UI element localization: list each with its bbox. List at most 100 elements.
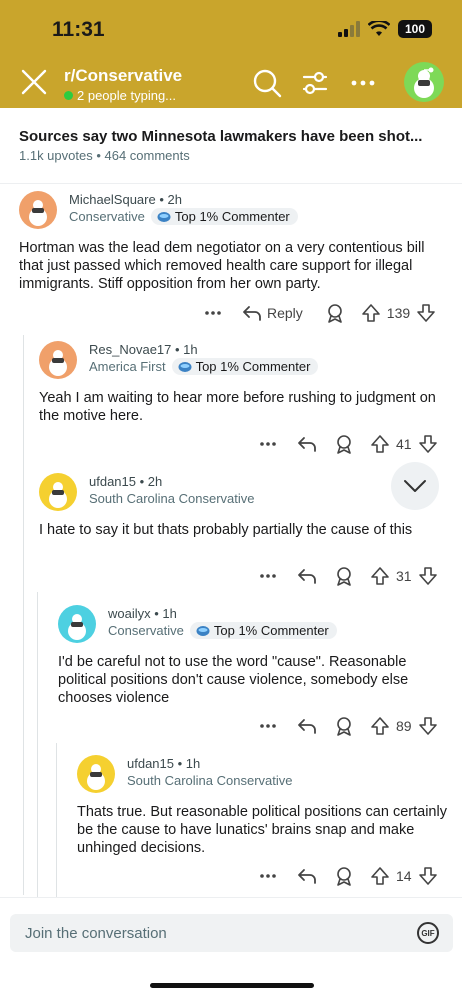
post-stats: 1.1k upvotes • 464 comments xyxy=(19,148,190,163)
username[interactable]: woailyx xyxy=(108,606,151,621)
join-conversation-input[interactable]: Join the conversation GIF xyxy=(10,914,453,952)
user-flair: South Carolina Conservative xyxy=(127,773,292,788)
reply-icon[interactable] xyxy=(296,716,318,736)
gif-icon[interactable]: GIF xyxy=(417,922,439,944)
more-icon[interactable] xyxy=(258,566,278,586)
comment-body: Thats true. But reasonable political pos… xyxy=(77,804,447,856)
username[interactable]: Res_Novae17 xyxy=(89,342,171,357)
downvote-icon[interactable] xyxy=(416,303,436,323)
award-icon[interactable] xyxy=(325,303,345,323)
online-dot-icon xyxy=(64,91,73,100)
avatar[interactable] xyxy=(77,755,115,793)
upvote-icon[interactable] xyxy=(370,566,390,586)
reply-label: Reply xyxy=(267,305,303,321)
user-flair: South Carolina Conservative xyxy=(89,491,254,506)
avatar[interactable] xyxy=(19,191,57,229)
comment-author[interactable]: ufdan15 • 1h xyxy=(127,756,200,771)
badge-text: Top 1% Commenter xyxy=(174,209,290,224)
comment-actions: 31 xyxy=(258,566,438,586)
award-icon[interactable] xyxy=(334,866,354,886)
comment-author[interactable]: ufdan15 • 2h xyxy=(89,474,162,489)
badge-icon xyxy=(157,211,171,222)
award-icon[interactable] xyxy=(334,434,354,454)
post-title[interactable]: Sources say two Minnesota lawmakers have… xyxy=(19,128,449,145)
signal-icon xyxy=(338,21,360,37)
downvote-icon[interactable] xyxy=(418,434,438,454)
flair-text: South Carolina Conservative xyxy=(127,773,293,788)
award-icon[interactable] xyxy=(334,566,354,586)
comment-age: 1h xyxy=(162,606,177,621)
search-icon[interactable] xyxy=(252,68,282,98)
filter-icon[interactable] xyxy=(300,68,330,98)
upvote-icon[interactable] xyxy=(370,866,390,886)
top-commenter-badge: Top 1% Commenter xyxy=(150,208,298,225)
user-avatar[interactable] xyxy=(404,62,444,102)
more-icon[interactable] xyxy=(258,716,278,736)
reply-icon[interactable] xyxy=(296,566,318,586)
downvote-icon[interactable] xyxy=(418,566,438,586)
typing-text: 2 people typing... xyxy=(77,88,177,103)
vote-count: 14 xyxy=(396,868,412,884)
more-options-icon[interactable] xyxy=(348,68,378,98)
home-indicator[interactable] xyxy=(150,983,314,988)
comment-age: 2h xyxy=(167,192,182,207)
vote-count: 89 xyxy=(396,718,412,734)
comment-actions: 41 xyxy=(258,434,438,454)
vote-count: 31 xyxy=(396,568,412,584)
downvote-icon[interactable] xyxy=(418,716,438,736)
top-commenter-badge: Top 1% Commenter xyxy=(171,358,319,375)
chevron-down-icon xyxy=(404,480,426,492)
comment-body: I hate to say it but thats probably part… xyxy=(39,522,413,538)
badge-text: Top 1% Commenter xyxy=(195,359,311,374)
upvote-icon[interactable] xyxy=(370,716,390,736)
badge-icon xyxy=(196,625,210,636)
comment-body: Yeah I am waiting to hear more before ru… xyxy=(39,390,436,424)
comment-author[interactable]: MichaelSquare • 2h xyxy=(69,192,182,207)
more-icon[interactable] xyxy=(258,866,278,886)
username[interactable]: ufdan15 xyxy=(127,756,174,771)
comment-author[interactable]: woailyx • 1h xyxy=(108,606,177,621)
vote-count: 41 xyxy=(396,436,412,452)
comment-actions: 89 xyxy=(258,716,438,736)
vote-count: 139 xyxy=(386,305,411,321)
downvote-icon[interactable] xyxy=(418,866,438,886)
badge-text: Top 1% Commenter xyxy=(213,623,329,638)
collapse-thread-button[interactable] xyxy=(391,462,439,510)
wifi-icon xyxy=(368,21,390,36)
username[interactable]: MichaelSquare xyxy=(69,192,156,207)
comment-actions: Reply 139 xyxy=(203,303,436,323)
more-icon[interactable] xyxy=(203,303,223,323)
upvote-icon[interactable] xyxy=(370,434,390,454)
reply-icon[interactable] xyxy=(296,866,318,886)
flair-text: America First xyxy=(89,359,166,374)
comment-age: 1h xyxy=(185,756,201,771)
flair-text: Conservative xyxy=(69,209,145,224)
award-icon[interactable] xyxy=(334,716,354,736)
user-flair: Conservative Top 1% Commenter xyxy=(69,208,298,225)
comment-age: 1h xyxy=(183,342,198,357)
reply-icon[interactable] xyxy=(296,434,318,454)
username[interactable]: ufdan15 xyxy=(89,474,136,489)
upvote-icon[interactable] xyxy=(361,303,381,323)
comment: Res_Novae17 • 1h America First Top 1% Co… xyxy=(0,334,462,464)
avatar[interactable] xyxy=(58,605,96,643)
comment: MichaelSquare • 2h Conservative Top 1% C… xyxy=(0,184,462,334)
composer-placeholder: Join the conversation xyxy=(25,925,167,942)
subreddit-name[interactable]: r/Conservative xyxy=(64,66,182,86)
comment-author[interactable]: Res_Novae17 • 1h xyxy=(89,342,198,357)
typing-indicator: 2 people typing... xyxy=(64,88,176,103)
battery-icon: 100 xyxy=(398,20,432,38)
comment-age: 2h xyxy=(147,474,163,489)
comment-actions: 14 xyxy=(258,866,438,886)
flair-text: South Carolina Conservative xyxy=(89,491,255,506)
comment: woailyx • 1h Conservative Top 1% Comment… xyxy=(0,598,462,748)
avatar[interactable] xyxy=(39,341,77,379)
status-time: 11:31 xyxy=(52,18,105,41)
more-icon[interactable] xyxy=(258,434,278,454)
post-header[interactable]: Sources say two Minnesota lawmakers have… xyxy=(0,108,462,184)
avatar[interactable] xyxy=(39,473,77,511)
status-icons: 100 xyxy=(338,20,432,38)
flair-text: Conservative xyxy=(108,623,184,638)
reply-button[interactable]: Reply xyxy=(241,303,303,323)
close-icon[interactable] xyxy=(20,68,48,96)
